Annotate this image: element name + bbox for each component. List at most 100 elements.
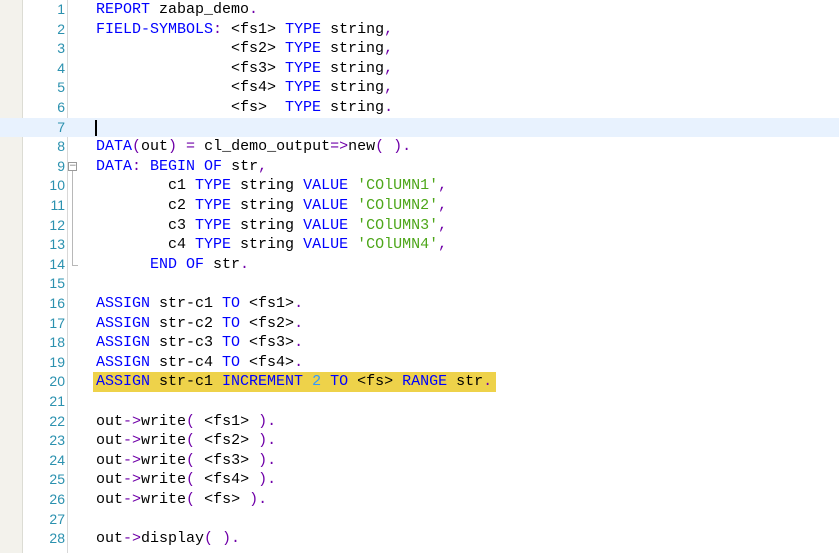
code-line[interactable]: 16 ASSIGN str-c1 TO <fs1>. — [0, 294, 839, 314]
code-token: ). — [258, 451, 277, 469]
line-number: 2 — [57, 20, 65, 37]
code-line[interactable]: 8 DATA(out) = cl_demo_output=>new( ). — [0, 137, 839, 157]
code-token: ( — [132, 138, 142, 156]
code-token: VALUE — [303, 236, 349, 254]
code-line[interactable]: 21 — [0, 392, 839, 412]
code-token: <fs3> — [204, 451, 259, 469]
code-token: <fs2> — [96, 40, 286, 58]
code-token: REPORT — [96, 1, 151, 18]
line-number: 10 — [49, 177, 65, 194]
code-line[interactable]: 5 <fs4> TYPE string, — [0, 78, 839, 98]
line-number: 28 — [49, 530, 65, 547]
code-line[interactable]: 1 REPORT zabap_demo. — [0, 0, 839, 20]
code-line[interactable]: 19 ASSIGN str-c4 TO <fs4>. — [0, 353, 839, 373]
code-token: INCREMENT — [222, 373, 304, 391]
code-token: string — [321, 59, 385, 77]
code-line[interactable]: 3 <fs2> TYPE string, — [0, 39, 839, 59]
code-line[interactable]: 4 <fs3> TYPE string, — [0, 59, 839, 79]
code-token: <fs> — [204, 491, 250, 508]
minus-box-icon[interactable]: − — [68, 161, 77, 171]
code-token: c3 — [96, 216, 196, 234]
code-line[interactable]: 26 out->write( <fs> ). — [0, 490, 839, 510]
code-token: 2 — [312, 373, 322, 391]
line-number: 6 — [57, 99, 65, 115]
code-token: TYPE — [285, 79, 322, 97]
code-token: string — [321, 99, 385, 116]
line-number: 8 — [57, 138, 65, 155]
code-line[interactable]: 28 out->display( ). — [0, 529, 839, 549]
code-line[interactable]: 10 c1 TYPE string VALUE 'COlUMN1', — [0, 176, 839, 196]
code-token: 'COlUMN4' — [357, 236, 439, 254]
code-token: ASSIGN — [96, 373, 151, 391]
code-token: <fs> — [348, 373, 403, 391]
code-token: str-c2 — [150, 314, 223, 332]
code-token: zabap_demo — [150, 1, 250, 18]
code-token: string — [321, 79, 385, 97]
code-token: : — [213, 20, 223, 38]
code-text: <fs2> TYPE string, — [96, 39, 393, 59]
code-line[interactable]: 14 END OF str. — [0, 255, 839, 275]
code-line[interactable]: 12 c3 TYPE string VALUE 'COlUMN3', — [0, 216, 839, 236]
line-number: 27 — [49, 510, 65, 527]
code-token: . — [384, 99, 394, 116]
code-text: ASSIGN str-c1 INCREMENT 2 TO <fs> RANGE … — [96, 372, 492, 392]
code-token: . — [483, 373, 493, 391]
code-line[interactable]: 20 ASSIGN str-c1 INCREMENT 2 TO <fs> RANG… — [0, 372, 839, 392]
code-token: TYPE — [195, 177, 232, 195]
code-token: 'COlUMN2' — [357, 197, 439, 214]
code-token: , — [384, 59, 394, 77]
code-line[interactable]: 7 — [0, 117, 839, 138]
code-token: cl_demo_output — [204, 138, 331, 156]
code-line[interactable]: 22 out->write( <fs1> ). — [0, 412, 839, 432]
code-token: <fs3> — [96, 59, 286, 77]
code-line[interactable]: 15 — [0, 274, 839, 294]
code-line[interactable]: 25 out->write( <fs4> ). — [0, 470, 839, 490]
code-token: ASSIGN — [96, 353, 151, 371]
code-token: : — [132, 157, 142, 175]
code-text: c2 TYPE string VALUE 'COlUMN2', — [96, 196, 447, 216]
code-token: TYPE — [285, 20, 322, 38]
code-token: ). — [258, 432, 277, 450]
line-number: 4 — [57, 59, 65, 76]
code-line[interactable]: 23 out->write( <fs2> ). — [0, 431, 839, 451]
code-text: ASSIGN str-c3 TO <fs3>. — [96, 333, 303, 353]
code-token: BEGIN OF — [150, 157, 223, 175]
code-text: c1 TYPE string VALUE 'COlUMN1', — [96, 176, 447, 196]
code-token: , — [258, 157, 268, 175]
code-line[interactable]: 2 FIELD-SYMBOLS: <fs1> TYPE string, — [0, 20, 839, 40]
code-line[interactable]: 6 <fs> TYPE string. — [0, 98, 839, 118]
code-editor[interactable]: 1 REPORT zabap_demo. 2 FIELD-SYMBOLS: <fs1>… — [0, 0, 839, 553]
code-text: END OF str. — [96, 255, 249, 275]
code-token: out — [96, 412, 124, 430]
code-token: -> — [123, 491, 142, 508]
code-token: ASSIGN — [96, 295, 151, 312]
code-token: string — [231, 197, 304, 214]
line-number: 11 — [50, 197, 65, 213]
code-line[interactable]: 27 — [0, 510, 839, 530]
code-token: <fs4> — [240, 353, 295, 371]
code-line[interactable]: 24 out->write( <fs3> ). — [0, 451, 839, 471]
code-token: <fs4> — [96, 79, 286, 97]
code-token: string — [321, 20, 385, 38]
code-token: . — [249, 1, 259, 18]
code-token: -> — [123, 451, 142, 469]
code-token: <fs2> — [204, 432, 259, 450]
code-text: DATA(out) = cl_demo_output=>new( ). — [96, 137, 411, 157]
code-token: END OF — [150, 255, 205, 273]
code-text: ASSIGN str-c4 TO <fs4>. — [96, 353, 303, 373]
code-line[interactable]: 13 c4 TYPE string VALUE 'COlUMN4', — [0, 235, 839, 255]
code-token: VALUE — [303, 216, 349, 234]
code-line[interactable]: 18 ASSIGN str-c3 TO <fs3>. — [0, 333, 839, 353]
code-token: write — [141, 412, 187, 430]
code-text: <fs> TYPE string. — [96, 98, 393, 118]
code-text: ASSIGN str-c1 TO <fs1>. — [96, 294, 303, 314]
code-token: string — [231, 236, 304, 254]
code-area[interactable]: 1 REPORT zabap_demo. 2 FIELD-SYMBOLS: <fs1>… — [0, 0, 839, 553]
code-line[interactable]: 9− DATA: BEGIN OF str, — [0, 157, 839, 177]
code-line[interactable]: 17 ASSIGN str-c2 TO <fs2>. — [0, 314, 839, 334]
code-token: string — [231, 177, 304, 195]
code-token: <fs1> — [204, 412, 259, 430]
code-line[interactable]: 11 c2 TYPE string VALUE 'COlUMN2', — [0, 196, 839, 216]
